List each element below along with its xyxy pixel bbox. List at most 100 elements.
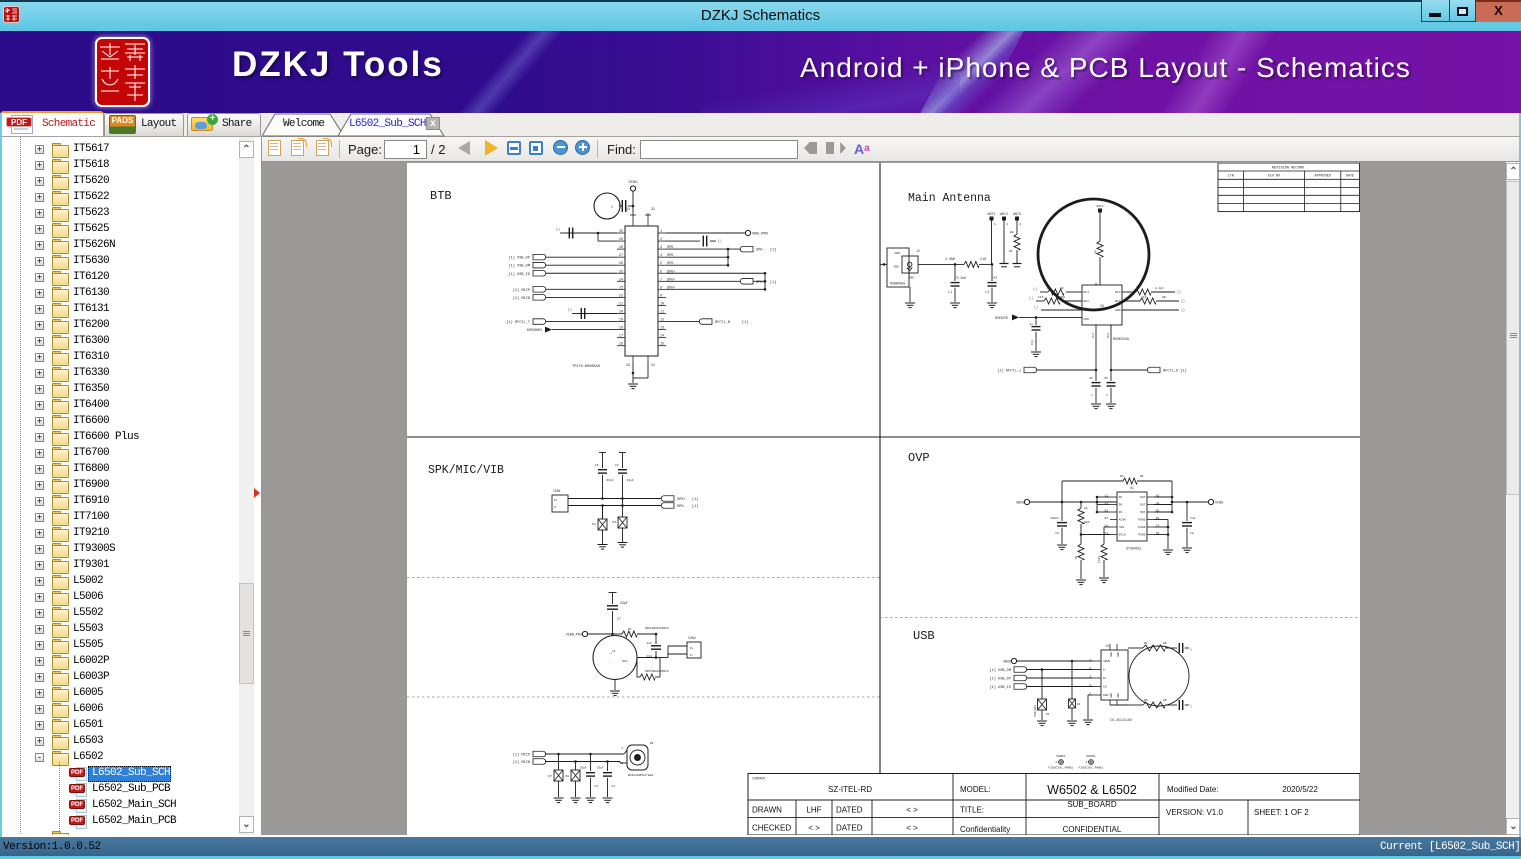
svg-text:[1]: [1] xyxy=(692,497,698,502)
svg-text:R1: R1 xyxy=(1009,250,1013,253)
svg-text:24: 24 xyxy=(619,278,623,282)
svg-text:[1] USB_DP: [1] USB_DP xyxy=(989,677,1011,682)
svg-text:C14: C14 xyxy=(1031,340,1034,346)
svg-text:1: 1 xyxy=(1085,761,1087,764)
svg-text:D3: D3 xyxy=(612,521,616,524)
svg-text:94K: 94K xyxy=(1084,521,1090,524)
svg-text:B4611AMM13-W62: B4611AMM13-W62 xyxy=(628,774,653,777)
svg-text:DRAWN: DRAWN xyxy=(752,806,782,815)
svg-text:< >: < > xyxy=(906,824,918,833)
svg-text:SPK/MIC/VIB: SPK/MIC/VIB xyxy=(428,464,504,477)
svg-text:C18: C18 xyxy=(980,258,986,262)
svg-text:IN: IN xyxy=(1119,496,1123,499)
svg-text:ID: ID xyxy=(1103,686,1107,689)
svg-text:COMPANY:: COMPANY: xyxy=(752,777,767,781)
svg-text:RF3: RF3 xyxy=(1115,291,1121,294)
svg-text:D7: D7 xyxy=(548,775,552,778)
svg-text:[1] MICP: [1] MICP xyxy=(513,753,530,758)
svg-text:2.4NH: 2.4NH xyxy=(945,258,955,262)
svg-text:14: 14 xyxy=(660,335,664,339)
svg-text:RF2: RF2 xyxy=(1084,300,1090,303)
svg-text:DATE: DATE xyxy=(1346,175,1354,179)
svg-text:33pF: 33pF xyxy=(607,479,614,482)
svg-text:CHECKED: CHECKED xyxy=(752,824,791,833)
svg-text:33: 33 xyxy=(626,363,630,367)
svg-text:33pF: 33pF xyxy=(580,767,587,770)
svg-text:LTR: LTR xyxy=(1228,175,1234,179)
svg-text:[1]: [1] xyxy=(770,280,776,285)
svg-text:31: 31 xyxy=(626,207,630,211)
svg-text:9: 9 xyxy=(660,294,662,298)
svg-text:GND: GND xyxy=(1117,693,1120,698)
svg-text:U3: U3 xyxy=(1100,304,1104,308)
svg-text:6: 6 xyxy=(660,270,662,274)
svg-text:D2: D2 xyxy=(592,523,596,526)
svg-text:[1] USB_DP: [1] USB_DP xyxy=(508,256,530,261)
svg-text:L2: L2 xyxy=(985,290,989,294)
svg-text:C8: C8 xyxy=(1190,532,1194,535)
svg-text:C4: C4 xyxy=(612,785,616,788)
svg-text:W6502 & L6502: W6502 & L6502 xyxy=(1047,783,1137,797)
svg-text:[1] MICP: [1] MICP xyxy=(513,288,530,293)
svg-text:|): |) xyxy=(1181,299,1185,303)
svg-text:(|: (| xyxy=(718,239,722,244)
svg-text:IN: IN xyxy=(1119,511,1123,514)
svg-text:D8: D8 xyxy=(565,775,569,778)
svg-text:ST3640CL: ST3640CL xyxy=(1126,547,1142,551)
svg-text:1.8NH: 1.8NH xyxy=(1056,296,1065,299)
svg-text:0R: 0R xyxy=(1163,642,1167,645)
svg-text:VBB_PMU: VBB_PMU xyxy=(752,233,769,237)
svg-text:0R: 0R xyxy=(1163,699,1167,702)
svg-text:GND: GND xyxy=(909,277,915,280)
svg-text:R2: R2 xyxy=(1144,642,1148,645)
svg-text:22: 22 xyxy=(619,294,623,298)
svg-text:4: 4 xyxy=(660,254,662,258)
svg-text:34: 34 xyxy=(651,363,655,367)
svg-text:B8: B8 xyxy=(1010,231,1014,234)
svg-text:GND: GND xyxy=(1110,693,1113,698)
svg-text:CON1: CON1 xyxy=(553,489,561,493)
svg-text:A4: A4 xyxy=(1084,507,1088,510)
svg-text:7: 7 xyxy=(660,278,662,282)
svg-text:SPK+: SPK+ xyxy=(756,281,765,285)
svg-text:10: 10 xyxy=(660,302,664,306)
svg-text:NF: NF xyxy=(1140,475,1144,478)
svg-text:C: C xyxy=(611,205,613,209)
svg-text:|: | xyxy=(1190,647,1192,652)
svg-text:C3: C3 xyxy=(595,785,599,788)
svg-text:C7: C7 xyxy=(617,617,621,621)
svg-text:0R: 0R xyxy=(1162,296,1166,299)
svg-text:NF: NF xyxy=(1090,377,1094,380)
svg-text:ACOK: ACOK xyxy=(1119,519,1126,522)
svg-text:100nF: 100nF xyxy=(1050,517,1059,520)
svg-text:32: 32 xyxy=(651,207,655,211)
svg-text:VIBR_PRU: VIBR_PRU xyxy=(566,634,582,638)
svg-text:GND: GND xyxy=(1084,309,1090,312)
svg-text:Confidentiality: Confidentiality xyxy=(960,825,1010,834)
svg-text:R0: R0 xyxy=(1095,250,1098,254)
svg-text:17: 17 xyxy=(619,335,623,339)
svg-text:VCHG: VCHG xyxy=(628,181,638,185)
svg-text:DATED: DATED xyxy=(836,824,863,833)
svg-text:APPROVED: APPROVED xyxy=(1315,175,1331,179)
svg-text:12: 12 xyxy=(660,319,664,323)
svg-text:R4: R4 xyxy=(1120,475,1124,478)
svg-text:OUT: OUT xyxy=(1140,511,1146,514)
svg-text:(|: (| xyxy=(556,227,560,232)
svg-text:GND: GND xyxy=(1117,652,1120,657)
svg-text:8.2pF: 8.2pF xyxy=(1155,287,1164,290)
svg-text:[1]: [1] xyxy=(742,320,748,325)
svg-text:33pF: 33pF xyxy=(597,767,604,770)
svg-text:C19: C19 xyxy=(1141,296,1147,299)
svg-text:ECO NO: ECO NO xyxy=(1268,175,1280,179)
svg-text:P+: P+ xyxy=(690,647,694,650)
svg-text:OUT: OUT xyxy=(1140,504,1146,507)
svg-text:2: 2 xyxy=(660,238,662,242)
svg-text:PGND: PGND xyxy=(1138,526,1145,529)
svg-text:VC1: VC1 xyxy=(1092,333,1095,339)
svg-text:R10: R10 xyxy=(622,660,628,663)
svg-text:20: 20 xyxy=(619,311,623,315)
svg-text:1: 1 xyxy=(621,747,623,750)
svg-text:NF: NF xyxy=(1105,377,1109,380)
svg-text:[1]: [1] xyxy=(692,504,698,509)
